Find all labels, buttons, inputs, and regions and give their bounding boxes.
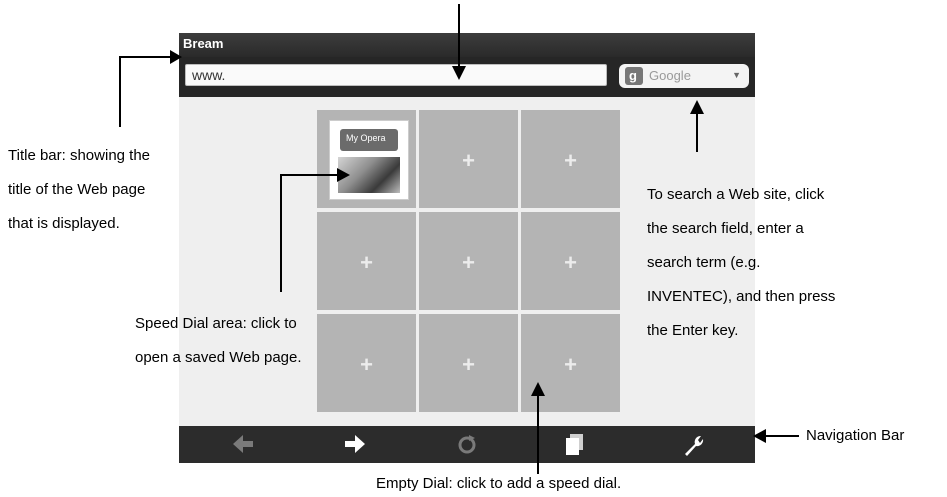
title-bar-note: Title bar: showing the title of the Web … (8, 147, 151, 232)
empty-dial-note: Empty Dial: click to add a speed dial. (376, 475, 622, 492)
search-note: To search a Web site, click the search f… (647, 186, 836, 339)
navigation-bar-note: Navigation Bar (806, 427, 905, 444)
speed-dial-note: Speed Dial area: click to open a saved W… (135, 315, 302, 366)
